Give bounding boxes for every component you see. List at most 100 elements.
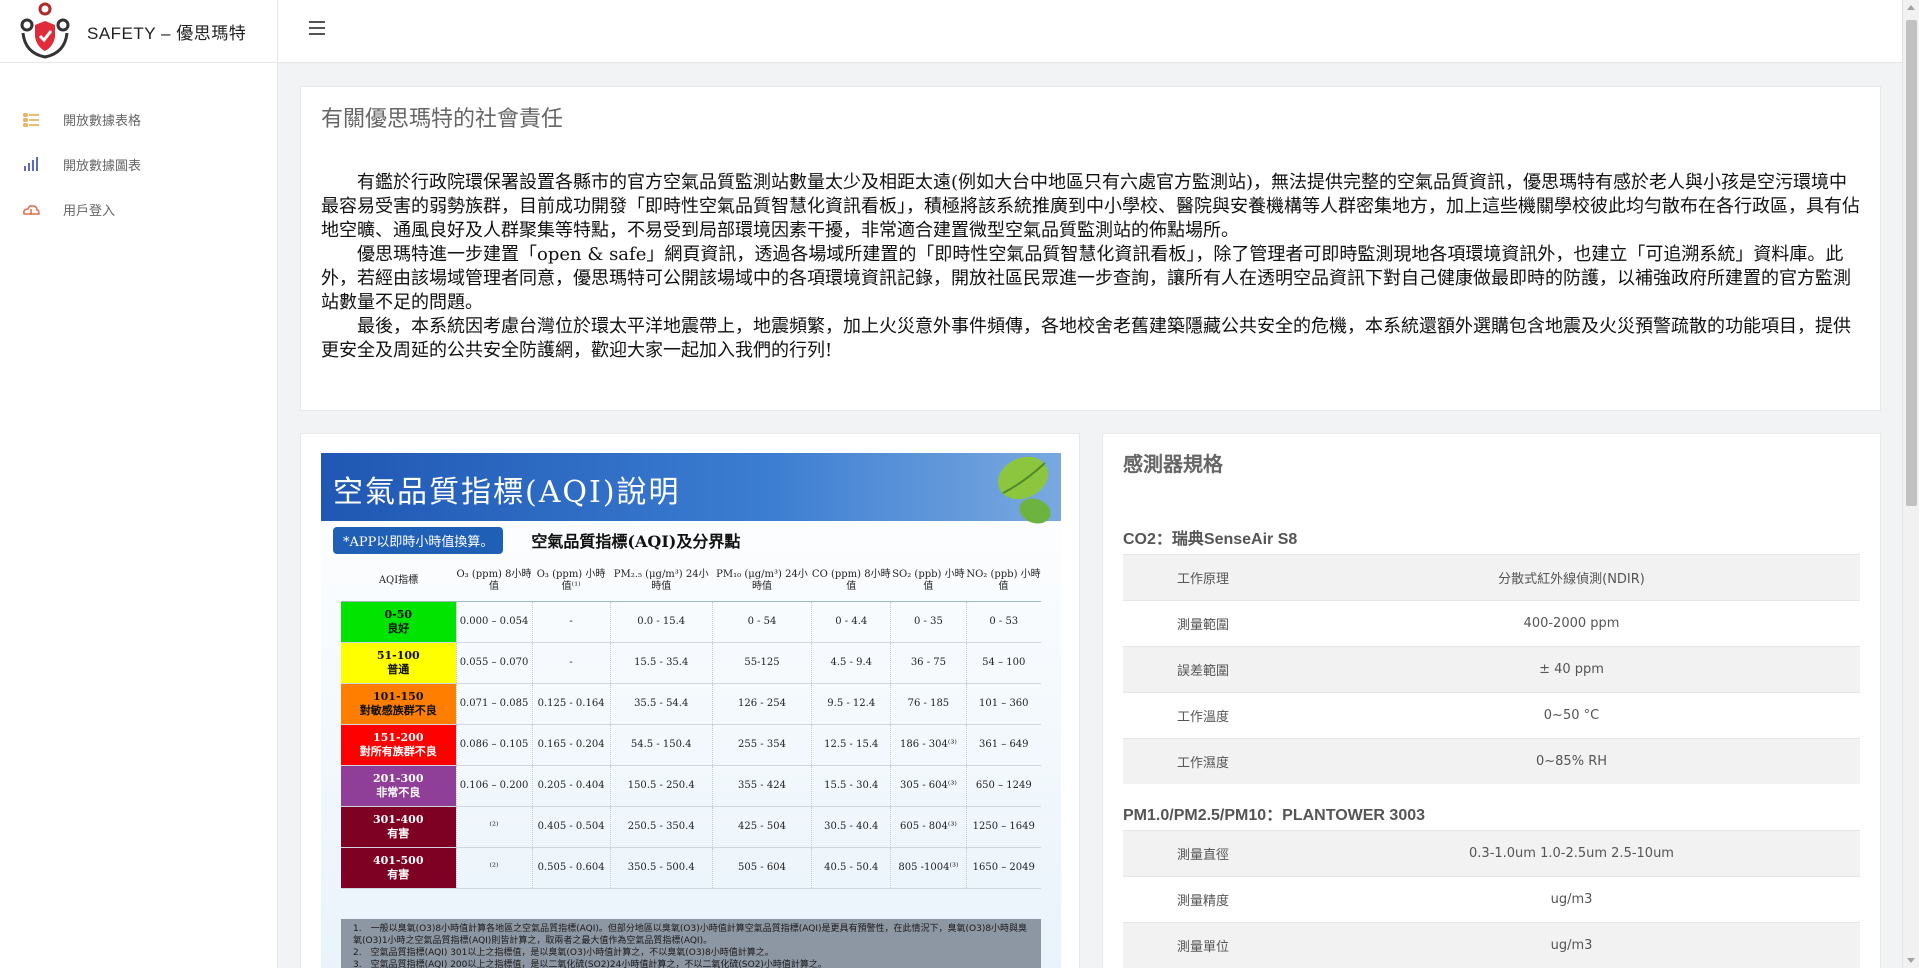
- aqi-value-cell: 30.5 - 40.4: [811, 806, 891, 848]
- aqi-value-cell: 250.5 - 350.4: [609, 806, 713, 848]
- aqi-value-cell: 15.5 - 35.4: [609, 642, 713, 684]
- aqi-value-cell: 40.5 - 50.4: [811, 847, 891, 889]
- aqi-value-cell: 0.405 - 0.504: [531, 806, 611, 848]
- aqi-value-cell: 35.5 - 54.4: [609, 683, 713, 725]
- aqi-explanation-image: 空氣品質指標(AQI)說明 *APP以即時小時值換算。 空氣品質指標(AQI)及…: [321, 453, 1061, 968]
- scrollbar-thumb[interactable]: [1906, 20, 1917, 506]
- spec-key: 測量單位: [1176, 940, 1229, 955]
- aqi-table: AQI指標 O₃ (ppm) 8小時值 O₃ (ppm) 小時值⁽¹⁾ PM₂.₅ (…: [341, 561, 1041, 889]
- about-heading: 有關優思瑪特的社會責任: [321, 107, 564, 132]
- aqi-level-cell: 401-500 有害: [341, 847, 456, 889]
- aqi-table-caption: 空氣品質指標(AQI)及分界點: [531, 532, 741, 551]
- spec-row: 工作原理 分散式紅外線偵測(NDIR): [1123, 554, 1860, 600]
- aqi-value-cell: 0 - 4.4: [811, 601, 891, 643]
- aqi-value-cell: 76 - 185: [890, 683, 967, 725]
- spec-key: 工作原理: [1176, 572, 1229, 587]
- scroll-down-icon[interactable]: [1907, 958, 1915, 963]
- menu-toggle-icon[interactable]: [309, 21, 325, 35]
- brand[interactable]: SAFETY – 優思瑪特: [0, 0, 278, 63]
- sidebar-item-open-data-chart[interactable]: 開放數據圖表: [0, 142, 277, 187]
- aqi-value-cell: 0.505 - 0.604: [531, 847, 611, 889]
- aqi-value-cell: 805 -1004⁽³⁾: [890, 847, 967, 889]
- spec-key: 測量範圍: [1176, 618, 1229, 633]
- aqi-note: 1. 一般以臭氧(O3)8小時值計算各地區之空氣品質指標(AQI)。但部分地區以…: [353, 924, 1028, 946]
- aqi-value-cell: 255 - 354: [711, 724, 812, 766]
- aqi-value-cell: 0 - 35: [890, 601, 967, 643]
- aqi-value-cell: 0.106 – 0.200: [455, 765, 532, 807]
- aqi-level-range: 401-500: [373, 853, 424, 867]
- aqi-column-header: SO₂ (ppb) 小時值: [890, 561, 967, 602]
- sensor-spec-card: 感測器規格 CO2：瑞典SenseAir S8 工作原理 分散式紅外線偵測(NDI…: [1102, 433, 1881, 968]
- aqi-value-cell: 54.5 - 150.4: [609, 724, 713, 766]
- aqi-level-label: 有害: [387, 867, 410, 881]
- aqi-value-cell: 0.205 - 0.404: [531, 765, 611, 807]
- aqi-value-cell: 126 - 254: [711, 683, 812, 725]
- safety-logo-icon: [20, 2, 70, 59]
- aqi-value-cell: 15.5 - 30.4: [811, 765, 891, 807]
- aqi-level-cell: 201-300 非常不良: [341, 765, 456, 807]
- aqi-column-header: O₃ (ppm) 小時值⁽¹⁾: [532, 561, 611, 602]
- spec-key: 工作濕度: [1176, 756, 1229, 771]
- spec-row: 誤差範圍 ± 40 ppm: [1123, 646, 1860, 692]
- vertical-scrollbar[interactable]: [1902, 0, 1919, 968]
- sidebar-item-open-data-table[interactable]: 開放數據表格: [0, 97, 277, 142]
- spec-value: 0~85% RH: [1536, 754, 1607, 769]
- aqi-row: 401-500 有害 ⁽²⁾ 0.505 - 0.604 350.5 - 500.4 50…: [341, 847, 1041, 889]
- aqi-value-cell: 0.165 - 0.204: [531, 724, 611, 766]
- aqi-level-range: 151-200: [373, 730, 424, 744]
- aqi-card: 空氣品質指標(AQI)說明 *APP以即時小時值換算。 空氣品質指標(AQI)及…: [300, 433, 1080, 968]
- aqi-value-cell: 36 - 75: [890, 642, 967, 684]
- aqi-level-range: 201-300: [373, 771, 424, 785]
- aqi-level-cell: 101-150 對敏感族群不良: [341, 683, 456, 725]
- sidebar-item-label: 開放數據圖表: [63, 159, 142, 174]
- aqi-level-range: 0-50: [384, 607, 413, 621]
- about-card: 有關優思瑪特的社會責任 有鑑於行政院環保署設置各縣市的官方空氣品質監測站數量太少…: [300, 86, 1881, 411]
- aqi-header-row: AQI指標 O₃ (ppm) 8小時值 O₃ (ppm) 小時值⁽¹⁾ PM₂.₅ (…: [341, 561, 1041, 602]
- sidebar-item-user-login[interactable]: 用戶登入: [0, 187, 277, 232]
- aqi-value-cell: 150.5 - 250.4: [609, 765, 713, 807]
- aqi-value-cell: 0.071 – 0.085: [455, 683, 532, 725]
- spec-key: 工作溫度: [1176, 710, 1229, 725]
- aqi-value-cell: 355 - 424: [711, 765, 812, 807]
- spec-value: 分散式紅外線偵測(NDIR): [1498, 572, 1645, 587]
- sensor-section-title: CO2：瑞典SenseAir S8: [1123, 531, 1298, 548]
- aqi-notes: 1. 一般以臭氧(O3)8小時值計算各地區之空氣品質指標(AQI)。但部分地區以…: [341, 919, 1041, 968]
- aqi-value-cell: 0 - 53: [965, 601, 1041, 643]
- aqi-value-cell: -: [531, 601, 611, 643]
- aqi-title: 空氣品質指標(AQI)說明: [333, 475, 681, 510]
- aqi-column-header: CO (ppm) 8小時值: [811, 561, 891, 602]
- aqi-value-cell: 0.125 - 0.164: [531, 683, 611, 725]
- sensor-heading: 感測器規格: [1123, 452, 1223, 476]
- aqi-value-cell: 9.5 - 12.4: [811, 683, 891, 725]
- aqi-value-cell: 305 - 604⁽³⁾: [890, 765, 967, 807]
- brand-title: SAFETY – 優思瑪特: [87, 23, 247, 43]
- aqi-value-cell: ⁽²⁾: [455, 847, 532, 889]
- about-paragraph: 最後，本系統因考慮台灣位於環太平洋地震帶上，地震頻繁，加上火災意外事件頻傳，各地…: [321, 316, 1851, 361]
- sidebar-item-label: 用戶登入: [63, 204, 116, 219]
- spec-value: ug/m3: [1550, 938, 1593, 953]
- co2-spec-table: 工作原理 分散式紅外線偵測(NDIR) 測量範圍 400-2000 ppm 誤差範圍 ± …: [1123, 554, 1860, 784]
- scroll-up-icon[interactable]: [1907, 5, 1915, 10]
- aqi-value-cell: 54 – 100: [965, 642, 1041, 684]
- aqi-subheader: *APP以即時小時值換算。 空氣品質指標(AQI)及分界點: [333, 525, 1061, 555]
- aqi-value-cell: 186 - 304⁽³⁾: [890, 724, 967, 766]
- aqi-note: 2. 空氣品質指標(AQI) 301以上之指標值，是以臭氧(O3)小時值計算之，…: [353, 948, 774, 958]
- aqi-level-label: 普通: [387, 662, 410, 676]
- aqi-value-cell: 4.5 - 9.4: [811, 642, 891, 684]
- spec-value: 0.3-1.0um 1.0-2.5um 2.5-10um: [1469, 846, 1674, 861]
- aqi-column-header: O₃ (ppm) 8小時值: [456, 561, 532, 602]
- top-bar: [278, 0, 1902, 63]
- cloud-icon: [22, 202, 40, 218]
- spec-key: 誤差範圍: [1176, 664, 1229, 679]
- about-paragraph: 有鑑於行政院環保署設置各縣市的官方空氣品質監測站數量太少及相距太遠(例如大台中地…: [321, 172, 1860, 241]
- aqi-row: 101-150 對敏感族群不良 0.071 – 0.085 0.125 - 0.164…: [341, 683, 1041, 725]
- aqi-level-cell: 301-400 有害: [341, 806, 456, 848]
- sidebar-item-label: 開放數據表格: [63, 114, 142, 129]
- spec-value: 0~50 °C: [1543, 708, 1600, 723]
- spec-key: 測量直徑: [1176, 848, 1229, 863]
- about-body: 有鑑於行政院環保署設置各縣市的官方空氣品質監測站數量太少及相距太遠(例如大台中地…: [321, 171, 1860, 363]
- list-icon: [22, 112, 40, 128]
- app-note-badge: *APP以即時小時值換算。: [333, 526, 504, 554]
- sidebar: 開放數據表格 開放數據圖表 用戶登入: [0, 63, 278, 968]
- leaf-icon: [997, 456, 1051, 524]
